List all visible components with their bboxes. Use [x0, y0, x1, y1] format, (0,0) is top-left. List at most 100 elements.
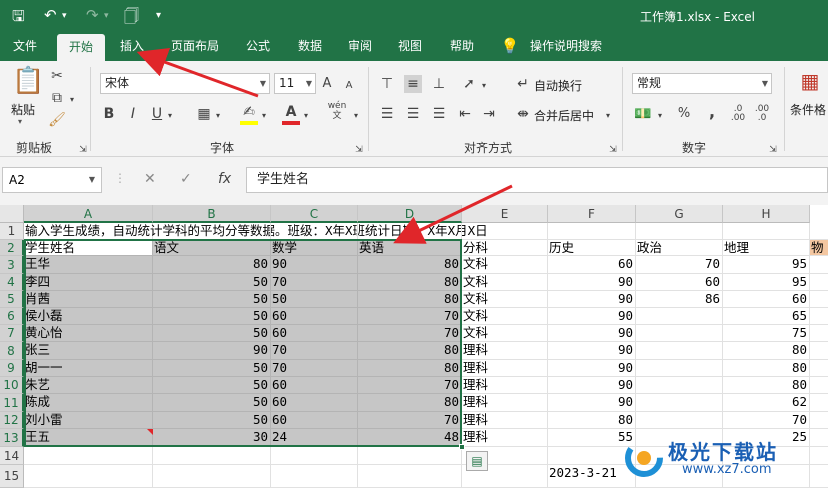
table-cell[interactable]: 80 — [153, 256, 271, 274]
empty-cell[interactable] — [548, 447, 636, 465]
tab-view[interactable]: 视图 — [388, 31, 432, 61]
table-cell[interactable]: 90 — [548, 377, 636, 394]
table-cell[interactable]: 86 — [636, 291, 723, 308]
empty-cell[interactable] — [462, 223, 548, 240]
font-name-dropdown[interactable]: 宋体 ▼ — [100, 73, 270, 94]
fill-color-icon[interactable]: ✍ — [240, 103, 258, 125]
formula-input[interactable]: 学生姓名 — [246, 167, 828, 193]
empty-cell[interactable] — [810, 325, 828, 342]
currency-dropdown-icon[interactable]: ▾ — [656, 107, 664, 125]
table-cell[interactable]: 50 — [153, 325, 271, 342]
header-cell[interactable]: 语文 — [153, 240, 271, 256]
tab-help[interactable]: 帮助 — [440, 31, 484, 61]
table-cell[interactable]: 90 — [548, 274, 636, 291]
empty-cell[interactable] — [810, 256, 828, 274]
empty-cell[interactable] — [810, 223, 828, 240]
empty-cell[interactable] — [548, 223, 636, 240]
column-header-h[interactable]: H — [723, 205, 810, 223]
table-cell[interactable]: 90 — [548, 325, 636, 342]
underline-button[interactable]: U — [150, 105, 164, 123]
table-cell[interactable]: 90 — [548, 291, 636, 308]
table-cell[interactable]: 理科 — [462, 342, 548, 360]
row-header-11[interactable]: 11 — [0, 394, 24, 412]
table-cell[interactable]: 50 — [271, 291, 358, 308]
conditional-formatting-button[interactable]: 条件格 — [790, 101, 826, 118]
save-icon[interactable]: 🖫 — [12, 6, 25, 31]
header-cell[interactable]: 物 — [810, 240, 828, 256]
empty-cell[interactable] — [24, 465, 153, 488]
table-cell[interactable]: 60 — [271, 377, 358, 394]
print-preview-icon[interactable]: 🗍 — [124, 6, 139, 31]
header-cell[interactable]: 地理 — [723, 240, 810, 256]
table-cell[interactable]: 90 — [548, 360, 636, 377]
conditional-formatting-icon[interactable]: ▦ — [796, 67, 824, 95]
row-header-15[interactable]: 15 — [0, 465, 24, 488]
table-cell[interactable]: 文科 — [462, 291, 548, 308]
empty-cell[interactable] — [358, 465, 462, 488]
header-cell[interactable]: 政治 — [636, 240, 723, 256]
empty-cell[interactable] — [810, 308, 828, 325]
font-color-icon[interactable]: A — [282, 103, 300, 125]
column-header-f[interactable]: F — [548, 205, 636, 223]
table-cell[interactable]: 胡一一 — [24, 360, 153, 377]
header-cell[interactable]: 分科 — [462, 240, 548, 256]
table-cell[interactable]: 侯小磊 — [24, 308, 153, 325]
cancel-icon[interactable]: ✕ — [144, 171, 156, 187]
column-header-a[interactable]: A — [24, 205, 153, 223]
increase-indent-icon[interactable]: ⇥ — [480, 105, 498, 123]
table-cell[interactable]: 50 — [153, 274, 271, 291]
table-cell[interactable]: 30 — [153, 429, 271, 447]
header-cell[interactable]: 数学 — [271, 240, 358, 256]
row-header-1[interactable]: 1 — [0, 223, 24, 240]
tab-data[interactable]: 数据 — [288, 31, 332, 61]
title-cell[interactable]: 输入学生成绩，自动统计学科的平均分等数据。班级：X年X班统计日期：X年X月X日 — [24, 223, 488, 240]
tab-insert[interactable]: 插入 — [108, 31, 156, 61]
tab-home[interactable]: 开始 — [57, 34, 105, 61]
paste-dropdown-icon[interactable]: ▾ — [18, 117, 22, 126]
table-cell[interactable]: 48 — [358, 429, 462, 447]
empty-cell[interactable] — [271, 465, 358, 488]
table-cell[interactable]: 朱艺 — [24, 377, 153, 394]
row-header-2[interactable]: 2 — [0, 240, 24, 256]
table-cell[interactable]: 80 — [723, 377, 810, 394]
empty-cell[interactable] — [153, 465, 271, 488]
enter-icon[interactable]: ✓ — [180, 171, 192, 187]
align-left-icon[interactable]: ☰ — [378, 105, 396, 123]
table-cell[interactable]: 理科 — [462, 377, 548, 394]
empty-cell[interactable] — [810, 377, 828, 394]
empty-cell[interactable] — [358, 447, 462, 465]
percent-button[interactable]: % — [676, 105, 692, 123]
bold-button[interactable]: B — [102, 105, 116, 123]
table-cell[interactable] — [636, 308, 723, 325]
table-cell[interactable]: 60 — [636, 274, 723, 291]
table-cell[interactable]: 80 — [358, 394, 462, 412]
table-cell[interactable]: 50 — [153, 308, 271, 325]
wrap-text-button[interactable]: 自动换行 — [534, 77, 582, 94]
column-header-e[interactable]: E — [462, 205, 548, 223]
empty-cell[interactable] — [24, 447, 153, 465]
table-cell[interactable]: 70 — [636, 256, 723, 274]
empty-cell[interactable] — [810, 412, 828, 429]
table-cell[interactable] — [636, 342, 723, 360]
worksheet-grid[interactable]: ABCDEFGH 1 2 3 4 5 6 7 8 9 10 11 12 13 14 15 输入学生成绩，自动… — [0, 205, 828, 488]
row-header-12[interactable]: 12 — [0, 412, 24, 429]
comma-style-button[interactable]: , — [704, 103, 720, 121]
undo-icon[interactable]: ↶ — [44, 6, 57, 24]
empty-cell[interactable] — [810, 360, 828, 377]
empty-cell[interactable] — [153, 223, 271, 240]
table-cell[interactable]: 80 — [358, 256, 462, 274]
table-cell[interactable]: 50 — [153, 291, 271, 308]
table-cell[interactable]: 90 — [548, 308, 636, 325]
table-cell[interactable]: 65 — [723, 308, 810, 325]
header-cell[interactable]: 学生姓名 — [24, 240, 153, 256]
increase-decimal-icon[interactable]: .0.00 — [728, 105, 748, 123]
table-cell[interactable] — [636, 394, 723, 412]
column-header-b[interactable]: B — [153, 205, 271, 223]
table-cell[interactable]: 60 — [271, 412, 358, 429]
column-header-c[interactable]: C — [271, 205, 358, 223]
table-cell[interactable]: 60 — [723, 291, 810, 308]
table-cell[interactable]: 95 — [723, 256, 810, 274]
underline-dropdown-icon[interactable]: ▾ — [166, 107, 174, 125]
row-header-14[interactable]: 14 — [0, 447, 24, 465]
table-cell[interactable]: 文科 — [462, 325, 548, 342]
